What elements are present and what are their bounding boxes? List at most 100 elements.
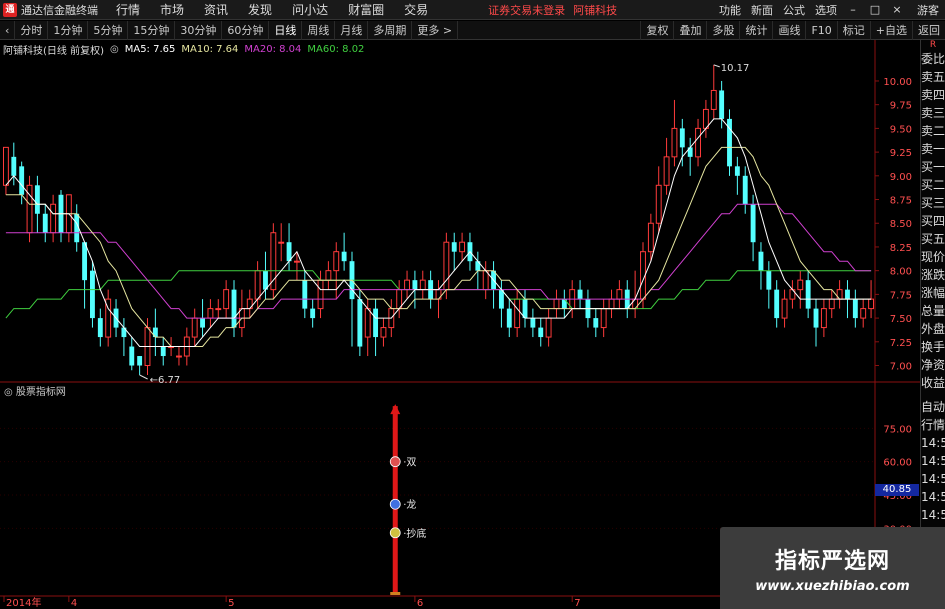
side-bottom-item[interactable]: 14:50 [921,452,945,470]
f10-button[interactable]: F10 [805,21,836,40]
side-bottom-item[interactable]: 行情 [921,416,945,434]
stock-name-label: 阿铺科技(日线 前复权) [3,45,104,57]
draw-line-button[interactable]: 画线 [772,21,805,40]
tab-daily[interactable]: 日线 [269,20,303,40]
side-item[interactable]: 收益 [921,374,945,392]
side-bottom-item[interactable]: 自动 [921,398,945,416]
left-arrow-icon[interactable]: ‹ [0,20,16,40]
price-tick-label: 9.50 [890,124,912,135]
side-item[interactable]: 涨跌 [921,266,945,284]
side-item[interactable]: 涨幅 [921,284,945,302]
tab-1min[interactable]: 1分钟 [48,20,89,40]
side-item[interactable]: 卖一 [921,140,945,158]
candle-body-up [545,317,552,338]
ma10-label: MA10: 7.64 [181,43,239,55]
candle-body-up [608,298,615,310]
candle-body-down [774,289,780,319]
mark-button[interactable]: 标记 [836,21,870,40]
brand-notice[interactable]: 阿铺科技 [573,2,617,18]
menu-item-discover[interactable]: 发现 [248,1,272,18]
time-tick-label: 2014年 [6,596,41,609]
side-item[interactable]: 买四 [921,212,945,230]
low-label: ←6.77 [150,375,181,386]
tab-multi-period[interactable]: 多周期 [368,20,413,40]
menu-item-market[interactable]: 市场 [160,1,184,18]
login-notice[interactable]: 证券交易未登录 [488,2,565,18]
candle-body-down [538,327,544,338]
indicator-tick-label: 75.00 [883,424,912,435]
menu-bar: 通 通达信金融终端 行情 市场 资讯 发现 问小达 财富圈 交易 证券交易未登录… [0,0,945,20]
side-item[interactable]: 外盘 [921,320,945,338]
low-marker-line [139,374,148,380]
side-item[interactable]: 卖四 [921,86,945,104]
tab-weekly[interactable]: 周线 [302,20,336,40]
tab-more[interactable]: 更多 > [412,20,459,40]
candle-body-up [797,279,804,291]
side-item[interactable]: 卖三 [921,104,945,122]
side-item[interactable]: 换手 [921,338,945,356]
side-item[interactable]: 买一 [921,158,945,176]
side-item[interactable]: 卖五 [921,68,945,86]
menu-formula[interactable]: 公式 [783,2,805,18]
side-item[interactable]: 委比 [921,50,945,68]
candle-body-up [191,317,198,338]
candle-body-up [514,298,521,329]
side-item[interactable]: 净资 [921,356,945,374]
candle-body-up [333,251,340,272]
side-bottom-item[interactable]: 14:50 [921,470,945,488]
tab-30min[interactable]: 30分钟 [175,20,223,40]
side-item[interactable]: 买二 [921,176,945,194]
candle-body-down [11,156,17,176]
chart-area[interactable]: 10.00 9.75 9.50 9.25 9.00 8.75 8.50 8.25 8.00 7.7… [0,40,920,609]
kline-chart[interactable]: 10.00 9.75 9.50 9.25 9.00 8.75 8.50 8.25 8.00 7.7… [0,40,920,609]
minimize-icon[interactable]: – [847,4,859,16]
menu-item-trade[interactable]: 交易 [404,1,428,18]
stats-button[interactable]: 统计 [739,21,772,40]
menu-item-ask[interactable]: 问小达 [292,1,328,18]
side-item[interactable]: 现价 [921,248,945,266]
toolbar-right: 复权 叠加 多股 统计 画线 F10 标记 +自选 返回 [640,21,945,40]
tab-intraday[interactable]: 分时 [15,20,49,40]
price-tick-label: 8.00 [890,267,912,278]
candle-body-up [702,108,709,129]
menu-item-wealth[interactable]: 财富圈 [348,1,384,18]
side-bottom-item[interactable]: 14:50 [921,434,945,452]
side-bottom-item[interactable]: 14:50 [921,488,945,506]
candle-body-down [42,213,48,233]
back-button[interactable]: 返回 [912,21,945,40]
adjust-button[interactable]: 复权 [640,21,673,40]
side-item[interactable]: 买三 [921,194,945,212]
close-icon[interactable]: × [891,4,903,16]
candle-body-up [459,241,466,253]
overlay-button[interactable]: 叠加 [673,21,706,40]
indicator-tick-label: 60.00 [883,458,912,469]
menu-new-layout[interactable]: 新面 [751,2,773,18]
side-item[interactable]: 卖二 [921,122,945,140]
tab-monthly[interactable]: 月线 [335,20,369,40]
ma-legend: 阿铺科技(日线 前复权) ◎ MA5: 7.65 MA10: 7.64 MA20… [0,42,370,57]
candle-body-up [695,127,701,158]
side-bottom-item[interactable]: 14:50 [921,506,945,524]
menu-function[interactable]: 功能 [719,2,741,18]
tab-60min[interactable]: 60分钟 [222,20,270,40]
menu-options[interactable]: 选项 [815,2,837,18]
tab-15min[interactable]: 15分钟 [128,20,176,40]
side-item[interactable]: 买五 [921,230,945,248]
price-tick-label: 10.00 [883,77,912,88]
candle-body-down [97,318,103,338]
guest-user[interactable]: 游客 [917,2,939,18]
candle-body-up [270,232,277,291]
candle-body-up [781,298,788,319]
ma20-label: MA20: 8.04 [244,43,302,55]
candle-body-down [506,308,512,328]
maximize-icon[interactable]: □ [869,4,881,16]
menu-item-quotes[interactable]: 行情 [116,1,140,18]
price-tick-label: 7.75 [890,290,912,301]
menu-item-news[interactable]: 资讯 [204,1,228,18]
legend-dot-icon: ◎ [109,43,119,55]
tab-5min[interactable]: 5分钟 [88,20,129,40]
add-watchlist-button[interactable]: +自选 [869,21,912,40]
multi-stock-button[interactable]: 多股 [706,21,739,40]
side-item[interactable]: 总量 [921,302,945,320]
indicator-dot-icon: ◎ [4,387,16,398]
